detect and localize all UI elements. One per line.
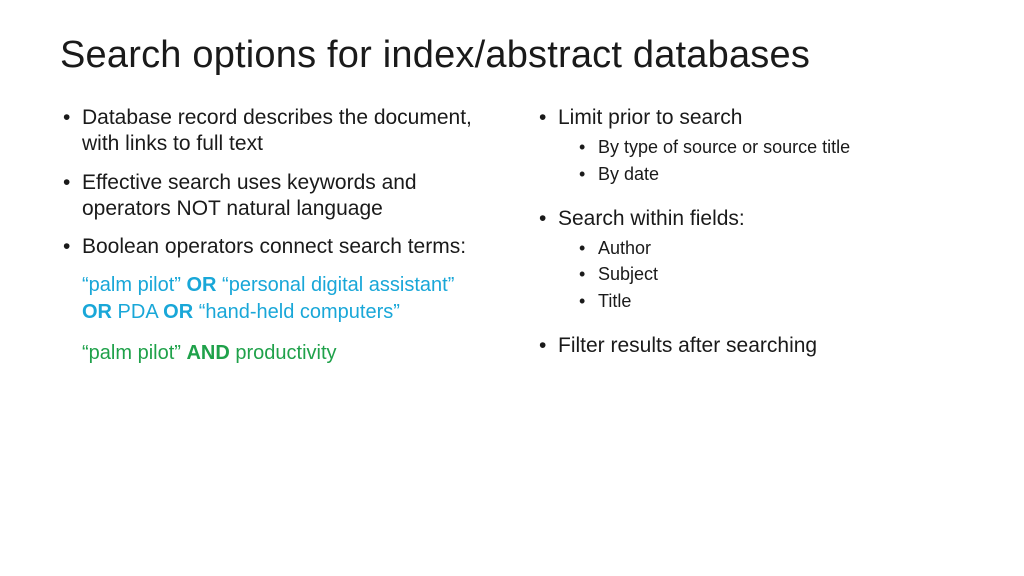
right-sub-2a: Author: [576, 236, 936, 260]
left-column: Database record describes the document, …: [60, 105, 480, 371]
ex-or-text-1: “palm pilot”: [82, 274, 186, 296]
right-bullet-1: Limit prior to search By type of source …: [536, 105, 936, 186]
boolean-examples: “palm pilot” OR “personal digital assist…: [82, 272, 480, 367]
right-sub-1b: By date: [576, 162, 936, 186]
right-bullet-3: Filter results after searching: [536, 333, 936, 359]
example-or: “palm pilot” OR “personal digital assist…: [82, 272, 480, 326]
slide-title: Search options for index/abstract databa…: [60, 34, 964, 77]
left-bullet-3: Boolean operators connect search terms:: [60, 234, 480, 260]
right-sub-2b: Subject: [576, 262, 936, 286]
left-bullet-2: Effective search uses keywords and opera…: [60, 170, 480, 223]
content-columns: Database record describes the document, …: [60, 105, 964, 371]
example-and: “palm pilot” AND productivity: [82, 340, 480, 367]
right-bullet-2: Search within fields: Author Subject Tit…: [536, 206, 936, 313]
right-bullet-1-text: Limit prior to search: [558, 106, 742, 129]
ex-or-text-3: PDA: [112, 301, 163, 323]
ex-and-text-2: productivity: [230, 342, 337, 364]
ex-or-text-2: “personal digital assistant”: [216, 274, 454, 296]
ex-or-text-4: “hand-held computers”: [193, 301, 400, 323]
ex-or-op-2: OR: [82, 301, 112, 323]
right-bullet-2-text: Search within fields:: [558, 207, 745, 230]
right-sub-2c: Title: [576, 289, 936, 313]
left-bullet-1: Database record describes the document, …: [60, 105, 480, 158]
ex-and-text-1: “palm pilot”: [82, 342, 186, 364]
ex-or-op-3: OR: [163, 301, 193, 323]
ex-or-op-1: OR: [186, 274, 216, 296]
right-column: Limit prior to search By type of source …: [536, 105, 936, 371]
right-sub-1a: By type of source or source title: [576, 135, 936, 159]
ex-and-op-1: AND: [186, 342, 229, 364]
